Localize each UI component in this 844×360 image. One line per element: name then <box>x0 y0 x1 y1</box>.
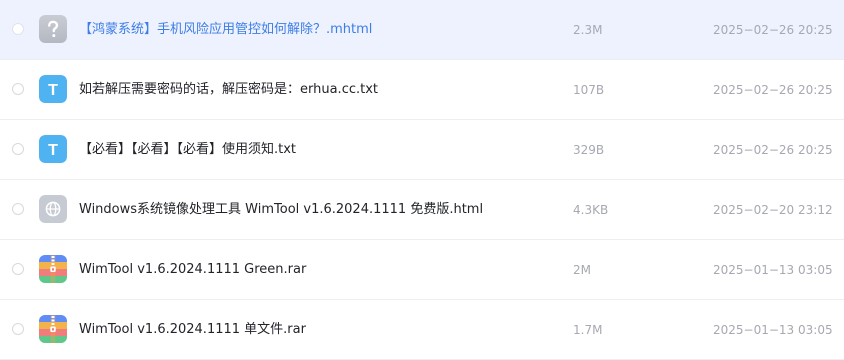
unknown-file-icon <box>39 15 67 43</box>
file-date: 2025−02−20 23:12 <box>713 203 833 217</box>
file-date: 2025−02−26 20:25 <box>713 23 833 37</box>
select-checkbox[interactable] <box>12 23 24 35</box>
file-date: 2025−01−13 03:05 <box>713 263 833 277</box>
select-checkbox[interactable] <box>12 203 24 215</box>
file-size: 1.7M <box>573 323 603 337</box>
file-date: 2025−02−26 20:25 <box>713 83 833 97</box>
select-checkbox[interactable] <box>12 263 24 275</box>
file-name[interactable]: WimTool v1.6.2024.1111 单文件.rar <box>79 300 306 360</box>
file-date: 2025−02−26 20:25 <box>713 143 833 157</box>
file-name[interactable]: 如若解压需要密码的话，解压密码是：erhua.cc.txt <box>79 60 378 120</box>
file-size: 2.3M <box>573 23 603 37</box>
file-size: 4.3KB <box>573 203 609 217</box>
file-row[interactable]: 【鸿蒙系统】手机风险应用管控如何解除？.mhtml 2.3M 2025−02−2… <box>0 0 844 60</box>
file-name[interactable]: 【必看】【必看】【必看】使用须知.txt <box>79 120 296 180</box>
file-row[interactable]: WimTool v1.6.2024.1111 Green.rar 2M 2025… <box>0 240 844 300</box>
web-file-icon <box>39 195 67 223</box>
archive-file-icon <box>39 315 67 343</box>
file-list: 【鸿蒙系统】手机风险应用管控如何解除？.mhtml 2.3M 2025−02−2… <box>0 0 844 360</box>
text-file-icon-letter: T <box>48 142 58 159</box>
file-name[interactable]: Windows系统镜像处理工具 WimTool v1.6.2024.1111 免… <box>79 180 483 240</box>
file-date: 2025−01−13 03:05 <box>713 323 833 337</box>
file-row[interactable]: T 如若解压需要密码的话，解压密码是：erhua.cc.txt 107B 202… <box>0 60 844 120</box>
text-file-icon: T <box>39 135 67 163</box>
file-size: 329B <box>573 143 605 157</box>
text-file-icon: T <box>39 75 67 103</box>
file-size: 2M <box>573 263 591 277</box>
text-file-icon-letter: T <box>48 82 58 99</box>
select-checkbox[interactable] <box>12 83 24 95</box>
file-name[interactable]: 【鸿蒙系统】手机风险应用管控如何解除？.mhtml <box>79 0 372 60</box>
select-checkbox[interactable] <box>12 323 24 335</box>
archive-file-icon <box>39 255 67 283</box>
file-row[interactable]: T 【必看】【必看】【必看】使用须知.txt 329B 2025−02−26 2… <box>0 120 844 180</box>
file-size: 107B <box>573 83 605 97</box>
file-row[interactable]: WimTool v1.6.2024.1111 单文件.rar 1.7M 2025… <box>0 300 844 360</box>
file-name[interactable]: WimTool v1.6.2024.1111 Green.rar <box>79 240 306 300</box>
file-row[interactable]: Windows系统镜像处理工具 WimTool v1.6.2024.1111 免… <box>0 180 844 240</box>
select-checkbox[interactable] <box>12 143 24 155</box>
